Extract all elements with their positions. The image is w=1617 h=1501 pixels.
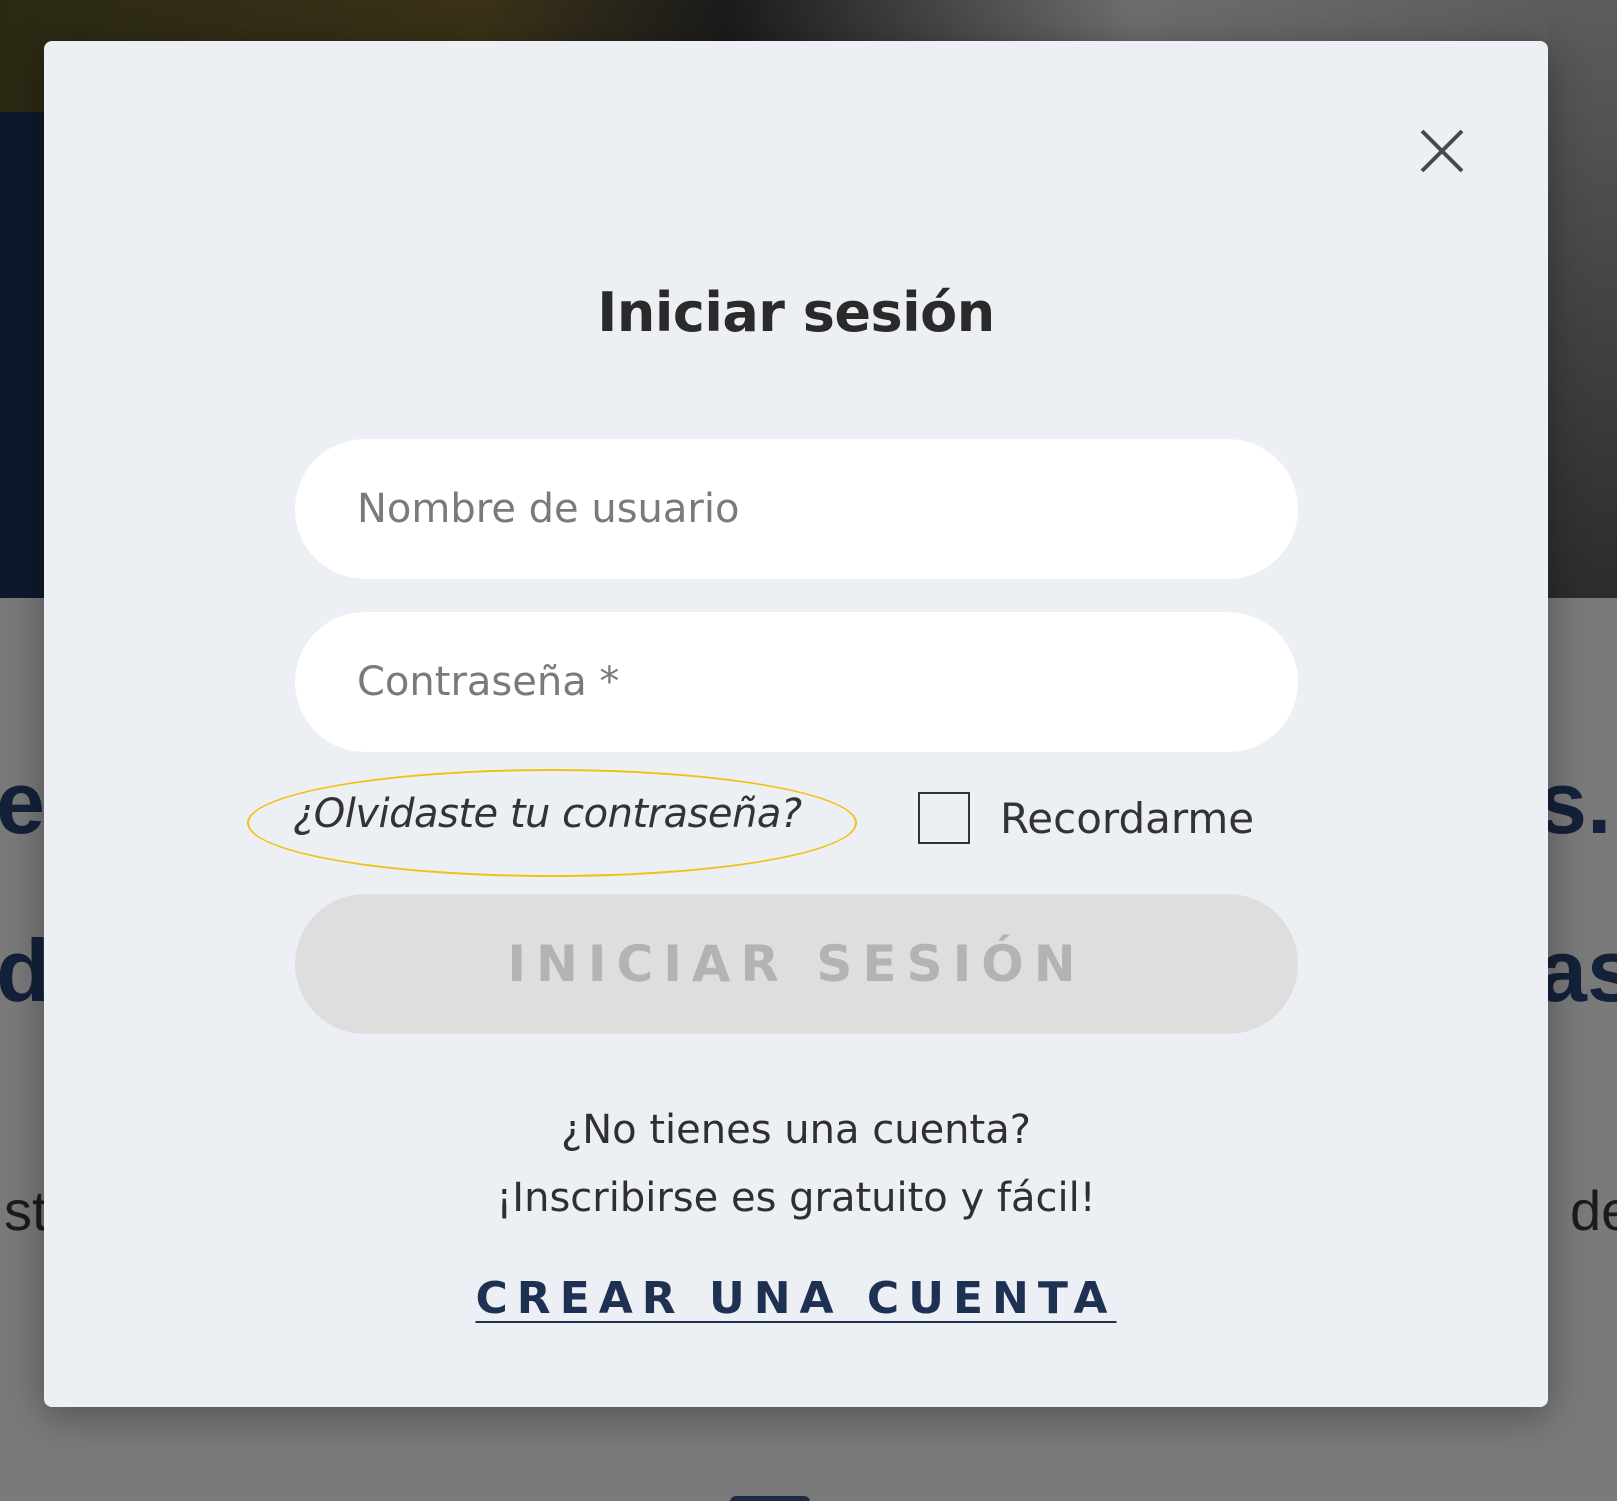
background-text-fragment: de (1570, 1179, 1617, 1242)
background-heading-fragment: s. (1538, 753, 1612, 852)
forgot-password-link[interactable]: ¿Olvidaste tu contraseña? (293, 791, 802, 837)
close-icon (1420, 129, 1464, 173)
no-account-question: ¿No tienes una cuenta? (561, 1107, 1031, 1153)
login-modal: Iniciar sesión ¿Olvidaste tu contraseña?… (44, 41, 1548, 1407)
login-submit-button[interactable]: INICIAR SESIÓN (295, 894, 1298, 1034)
create-account-area: CREAR UNA CUENTA (44, 1273, 1548, 1324)
background-text-fragment: st (4, 1179, 48, 1242)
close-button[interactable] (1418, 127, 1466, 175)
signup-pitch: ¡Inscribirse es gratuito y fácil! (496, 1175, 1096, 1221)
remember-me[interactable]: Recordarme (918, 788, 1254, 848)
password-input[interactable] (295, 612, 1298, 752)
hero-photo-right (1548, 0, 1617, 598)
remember-me-checkbox[interactable] (918, 792, 970, 844)
username-field-wrapper (295, 439, 1298, 579)
create-account-link[interactable]: CREAR UNA CUENTA (476, 1273, 1117, 1324)
background-heading-fragment: d (0, 921, 50, 1020)
forgot-password-area: ¿Olvidaste tu contraseña? (247, 769, 857, 877)
remember-me-label: Recordarme (1000, 793, 1255, 843)
background-heading-fragment: as (1538, 921, 1617, 1020)
background-heading-fragment: e (0, 753, 45, 852)
modal-title: Iniciar sesión (597, 281, 995, 344)
username-input[interactable] (295, 439, 1298, 579)
background-bottom-tab (730, 1496, 810, 1501)
page: e d st s. as de Iniciar sesión ¿Olvidast… (0, 0, 1617, 1501)
password-field-wrapper (295, 612, 1298, 752)
